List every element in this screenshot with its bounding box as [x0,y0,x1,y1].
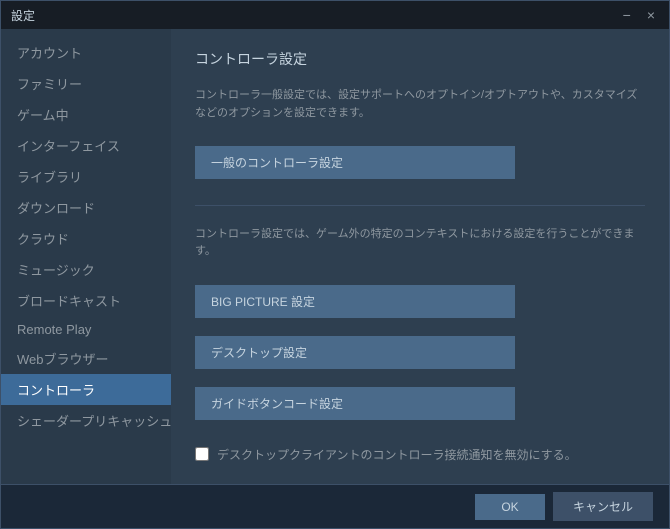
sidebar-item-in-game[interactable]: ゲーム中 [1,99,171,130]
window-title: 設定 [11,7,35,24]
ok-button[interactable]: OK [475,494,545,520]
big-picture-settings-button[interactable]: BIG PICTURE 設定 [195,285,515,318]
sidebar-item-account[interactable]: アカウント [1,37,171,68]
disable-notification-checkbox[interactable] [195,447,209,461]
sidebar-item-library[interactable]: ライブラリ [1,161,171,192]
desktop-settings-button[interactable]: デスクトップ設定 [195,336,515,369]
bottom-bar: OK キャンセル [1,484,669,528]
title-bar-controls: − × [619,6,659,24]
sidebar-item-download[interactable]: ダウンロード [1,192,171,223]
minimize-button[interactable]: − [619,6,635,24]
main-content: コントローラ設定 コントローラ一般設定では、設定サポートへのオプトイン/オプトア… [171,29,669,484]
content-area: アカウントファミリーゲーム中インターフェイスライブラリダウンロードクラウドミュー… [1,29,669,484]
controller-section-desc2: コントローラ設定では、ゲーム外の特定のコンテキストにおける設定を行うことができま… [195,226,645,261]
sidebar-item-interface[interactable]: インターフェイス [1,130,171,161]
disable-notification-label[interactable]: デスクトップクライアントのコントローラ接続通知を無効にする。 [217,446,577,464]
controller-section-desc: コントローラ一般設定では、設定サポートへのオプトイン/オプトアウトや、カスタマイ… [195,87,645,122]
title-bar: 設定 − × [1,1,669,29]
sidebar-item-family[interactable]: ファミリー [1,68,171,99]
disable-notification-row: デスクトップクライアントのコントローラ接続通知を無効にする。 [195,446,645,464]
cancel-button[interactable]: キャンセル [553,492,653,521]
controller-section-title: コントローラ設定 [195,49,645,69]
general-controller-settings-button[interactable]: 一般のコントローラ設定 [195,146,515,179]
sidebar-item-shader-cache[interactable]: シェーダープリキャッシュ [1,405,171,436]
sidebar-item-remote-play[interactable]: Remote Play [1,316,171,343]
sidebar-item-web-browser[interactable]: Webブラウザー [1,343,171,374]
settings-window: 設定 − × アカウントファミリーゲーム中インターフェイスライブラリダウンロード… [0,0,670,529]
sidebar-item-broadcast[interactable]: ブロードキャスト [1,285,171,316]
sidebar-item-cloud[interactable]: クラウド [1,223,171,254]
sidebar-item-music[interactable]: ミュージック [1,254,171,285]
sidebar: アカウントファミリーゲーム中インターフェイスライブラリダウンロードクラウドミュー… [1,29,171,484]
close-button[interactable]: × [643,6,659,24]
divider-1 [195,205,645,206]
guide-button-code-settings-button[interactable]: ガイドボタンコード設定 [195,387,515,420]
sidebar-item-controller[interactable]: コントローラ [1,374,171,405]
